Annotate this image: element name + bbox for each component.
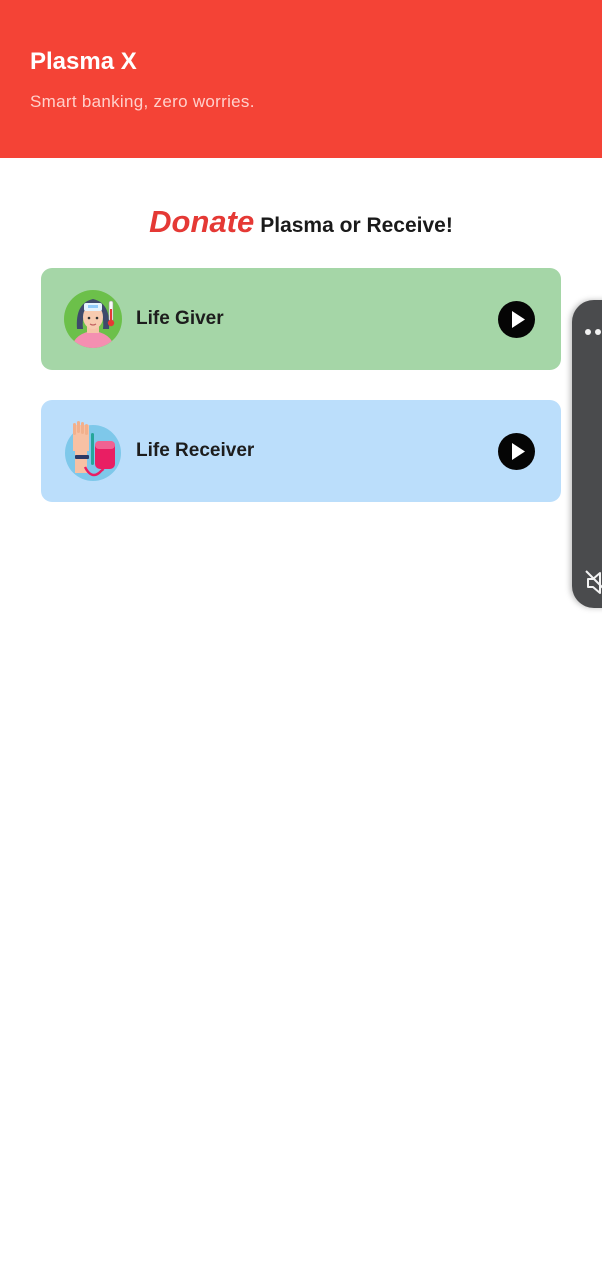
volume-mute-icon[interactable]: [584, 568, 602, 603]
headline-accent: Donate: [149, 204, 255, 239]
app-subtitle: Smart banking, zero worries.: [30, 92, 255, 111]
thermometer-person-icon: [63, 289, 123, 349]
play-icon: [512, 443, 525, 460]
play-icon: [512, 311, 525, 328]
life-giver-label: Life Giver: [136, 308, 224, 329]
app-title: Plasma X: [30, 48, 137, 75]
life-receiver-play-button[interactable]: [498, 433, 535, 470]
floating-volume-panel[interactable]: [572, 300, 602, 608]
life-receiver-card[interactable]: Life Receiver: [41, 400, 561, 502]
headline-rest: Plasma or Receive!: [260, 214, 453, 237]
app-header: Plasma X Smart banking, zero worries.: [0, 0, 602, 158]
page-headline: Donate Plasma or Receive!: [0, 204, 602, 240]
more-dots-icon[interactable]: [585, 322, 602, 340]
life-giver-play-button[interactable]: [498, 301, 535, 338]
blood-bag-hand-icon: [63, 421, 123, 481]
life-receiver-label: Life Receiver: [136, 440, 255, 461]
life-giver-card[interactable]: Life Giver: [41, 268, 561, 370]
